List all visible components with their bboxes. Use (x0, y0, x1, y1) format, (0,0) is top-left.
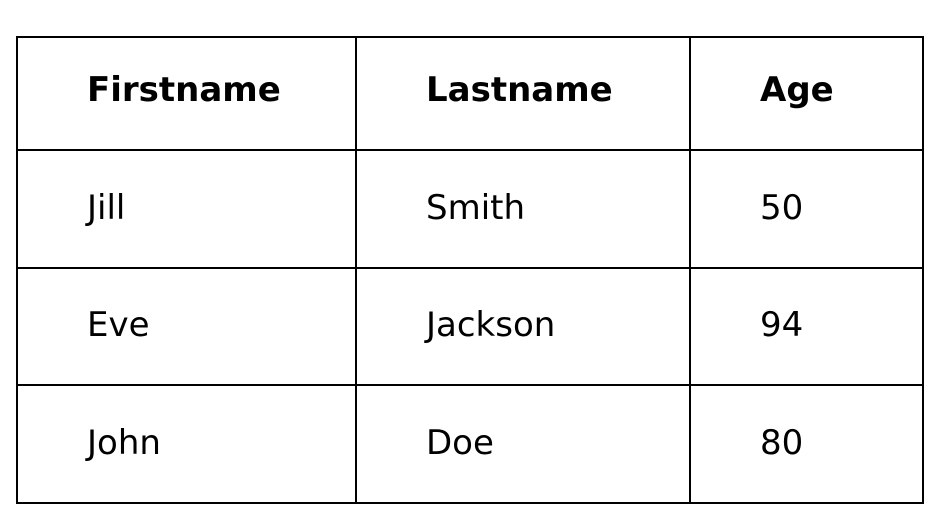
lastname-cell: Doe (355, 384, 691, 504)
table-row: Jill Smith 50 (16, 149, 924, 269)
header-row: Firstname Lastname Age (16, 36, 924, 151)
firstname-cell: John (16, 384, 357, 504)
column-header-firstname: Firstname (16, 36, 357, 151)
column-header-age: Age (689, 36, 924, 151)
firstname-cell: Eve (16, 266, 357, 387)
age-cell: 50 (689, 149, 924, 269)
lastname-cell: Jackson (355, 266, 691, 387)
column-header-lastname: Lastname (355, 36, 691, 151)
lastname-cell: Smith (355, 149, 691, 269)
firstname-cell: Jill (16, 149, 357, 269)
age-cell: 80 (689, 384, 924, 504)
table-row: Eve Jackson 94 (16, 266, 924, 387)
table-row: John Doe 80 (16, 384, 924, 504)
table-header: Firstname Lastname Age (16, 36, 924, 151)
age-cell: 94 (689, 266, 924, 387)
people-table: Firstname Lastname Age Jill Smith 50 Eve… (16, 36, 924, 504)
table-body: Jill Smith 50 Eve Jackson 94 John Doe 80 (16, 149, 924, 504)
